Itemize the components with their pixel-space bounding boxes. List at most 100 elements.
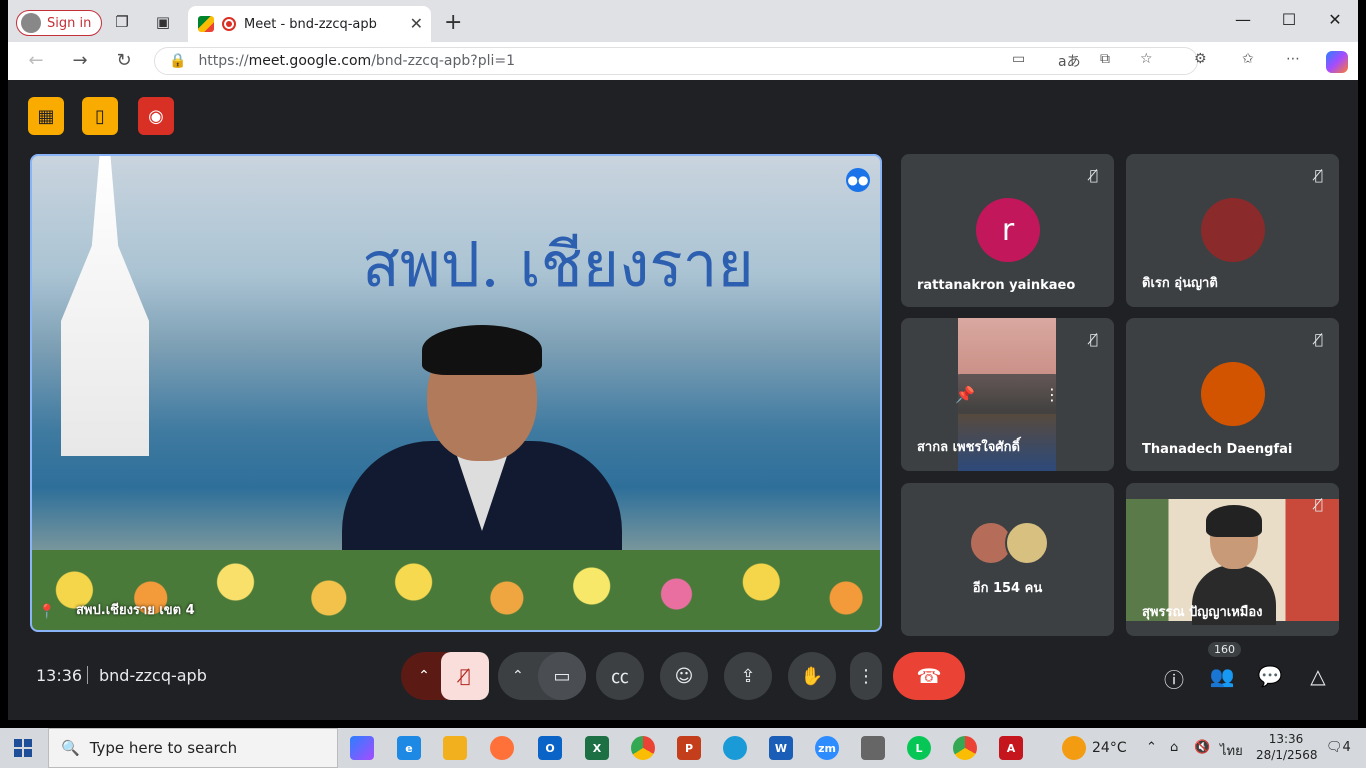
- taskbar-clock[interactable]: 13:36 28/1/2568: [1256, 731, 1318, 763]
- weather-icon[interactable]: [1062, 736, 1086, 760]
- firefox-icon[interactable]: [490, 736, 514, 760]
- avatar: [1201, 362, 1265, 426]
- copilot-icon[interactable]: [1326, 51, 1348, 73]
- network-icon[interactable]: ⌂: [1170, 740, 1178, 755]
- participant-tile[interactable]: 🎙̸ ดิเรก อุ่นญาติ: [1126, 154, 1339, 307]
- window-close-icon[interactable]: ✕: [1320, 10, 1350, 29]
- read-aloud-icon[interactable]: aあ: [1058, 51, 1081, 71]
- meeting-time: 13:36: [36, 666, 83, 685]
- line-icon[interactable]: L: [907, 736, 931, 760]
- refresh-icon[interactable]: ↻: [112, 50, 136, 71]
- tab-bar: Sign in ❐ ▣ Meet - bnd-zzcq-apb ✕ + — ☐ …: [8, 0, 1358, 42]
- people-icon[interactable]: 👥: [1209, 664, 1235, 688]
- workspaces-icon[interactable]: ❐: [112, 12, 132, 32]
- notification-icon[interactable]: 🗨4: [1326, 740, 1351, 755]
- close-tab-icon[interactable]: ✕: [410, 14, 423, 33]
- show-hidden-icons[interactable]: ⌃: [1146, 740, 1157, 755]
- zoom-icon[interactable]: zm: [815, 736, 839, 760]
- present-icon[interactable]: ⇪: [724, 652, 772, 700]
- outlook-icon[interactable]: O: [538, 736, 562, 760]
- pin-icon[interactable]: 📍: [38, 604, 55, 620]
- video-options-icon[interactable]: ⌃: [512, 668, 524, 684]
- chat-icon[interactable]: 💬: [1257, 664, 1283, 688]
- more-options-icon[interactable]: ⋮: [1044, 385, 1060, 404]
- app-icon[interactable]: [861, 736, 885, 760]
- participant-tile[interactable]: 🎙̸ สุพรรณ ปัญญาเหมือง: [1126, 483, 1339, 636]
- tab-title: Meet - bnd-zzcq-apb: [244, 16, 377, 32]
- taskbar-search[interactable]: 🔍 Type here to search: [48, 728, 338, 768]
- mic-off-icon: 🎙̸: [1089, 168, 1098, 184]
- decoration: [61, 156, 149, 456]
- participant-tile[interactable]: 🎙̸ 📌 ⋮ สากล เพชรใจศักดิ์: [901, 318, 1114, 471]
- edge-icon[interactable]: [723, 736, 747, 760]
- acrobat-icon[interactable]: A: [999, 736, 1023, 760]
- file-explorer-icon[interactable]: [443, 736, 467, 760]
- more-participants-label: อีก 154 คน: [972, 581, 1043, 596]
- windows-start-icon[interactable]: [14, 739, 32, 757]
- avatar: r: [976, 198, 1040, 262]
- camera-in-use-icon[interactable]: ▭: [1012, 51, 1025, 67]
- signin-button[interactable]: Sign in: [16, 10, 102, 36]
- emoji-icon[interactable]: ☺: [660, 652, 708, 700]
- banner-text: สพป. เชียงราย: [362, 228, 754, 301]
- no-camera-grid-icon[interactable]: ▦: [28, 97, 64, 135]
- tab-meet[interactable]: Meet - bnd-zzcq-apb ✕: [188, 6, 431, 42]
- mic-off-icon: 🎙̸: [1089, 332, 1098, 348]
- more-icon[interactable]: ⋮: [850, 652, 882, 700]
- app-available-icon[interactable]: ⧉: [1100, 51, 1110, 67]
- weather-temp[interactable]: 24°C: [1092, 740, 1127, 756]
- volume-icon[interactable]: 🔇: [1194, 740, 1210, 755]
- meet-area: ▦ ▯ ◉ สพป. เชียงราย 📍 สพป.เชียงราย เขต 4…: [12, 80, 1356, 716]
- url-text: https://meet.google.com/bnd-zzcq-apb?pli…: [198, 53, 516, 69]
- profile-avatar: [21, 13, 41, 33]
- main-speaker-video[interactable]: สพป. เชียงราย 📍 สพป.เชียงราย เขต 4 ●●: [30, 154, 882, 632]
- forward-icon[interactable]: →: [68, 50, 92, 71]
- participant-name: Thanadech Daengfai: [1142, 442, 1293, 457]
- language-indicator[interactable]: ไทย: [1220, 740, 1243, 761]
- word-icon[interactable]: W: [769, 736, 793, 760]
- mic-off-icon: 🎙̸: [1314, 497, 1323, 513]
- back-icon[interactable]: ←: [24, 50, 48, 71]
- mic-off-icon: 🎙̸: [1314, 332, 1323, 348]
- mic-off-icon: 🎙̸: [1314, 168, 1323, 184]
- extensions-icon[interactable]: ⚙: [1194, 51, 1207, 67]
- powerpoint-icon[interactable]: P: [677, 736, 701, 760]
- participant-count: 160: [1208, 642, 1241, 657]
- favorites-icon[interactable]: ✩: [1242, 51, 1254, 67]
- minimize-icon[interactable]: —: [1228, 10, 1258, 29]
- tab-actions-icon[interactable]: ▣: [153, 12, 173, 32]
- more-participants-tile[interactable]: อีก 154 คน: [901, 483, 1114, 636]
- door-icon[interactable]: ▯: [82, 97, 118, 135]
- maximize-icon[interactable]: ☐: [1274, 10, 1304, 29]
- pin-icon[interactable]: 📌: [955, 385, 975, 404]
- chrome-profile-icon[interactable]: [953, 736, 977, 760]
- raise-hand-icon[interactable]: ✋: [788, 652, 836, 700]
- activities-icon[interactable]: △: [1305, 664, 1331, 688]
- participant-tile[interactable]: 🎙̸ r rattanakron yainkaeo: [901, 154, 1114, 307]
- record-icon[interactable]: ◉: [138, 97, 174, 135]
- end-call-icon[interactable]: ☎: [893, 652, 965, 700]
- settings-more-icon[interactable]: ⋯: [1286, 51, 1300, 67]
- search-placeholder: Type here to search: [89, 739, 238, 757]
- participant-name: สุพรรณ ปัญญาเหมือง: [1142, 605, 1263, 620]
- new-tab-icon[interactable]: +: [444, 10, 462, 35]
- speaker-name: สพป.เชียงราย เขต 4: [76, 603, 195, 618]
- mic-off-icon[interactable]: 🎙̸: [441, 652, 489, 700]
- chrome-icon[interactable]: [631, 736, 655, 760]
- mic-control: ⌃ 🎙̸: [401, 652, 489, 700]
- tile-hover-controls[interactable]: 📌 ⋮: [941, 374, 1074, 414]
- meeting-code: bnd-zzcq-apb: [99, 666, 207, 685]
- copilot-app-icon[interactable]: [350, 736, 374, 760]
- favorite-star-icon[interactable]: ☆: [1140, 51, 1153, 67]
- excel-icon[interactable]: X: [585, 736, 609, 760]
- clock-time: 13:36: [1268, 732, 1304, 746]
- captions-icon[interactable]: ㏄: [596, 652, 644, 700]
- internet-explorer-icon[interactable]: e: [397, 736, 421, 760]
- speaker-figure: [322, 325, 642, 581]
- camera-control: ⌃ ▭: [498, 652, 586, 700]
- taskbar: 🔍 Type here to search e O X P W zm L A 2…: [0, 728, 1366, 768]
- url-field[interactable]: 🔒 https://meet.google.com/bnd-zzcq-apb?p…: [154, 47, 1198, 75]
- participant-tile[interactable]: 🎙̸ Thanadech Daengfai: [1126, 318, 1339, 471]
- camera-icon[interactable]: ▭: [538, 652, 586, 700]
- info-icon[interactable]: ⓘ: [1161, 664, 1187, 693]
